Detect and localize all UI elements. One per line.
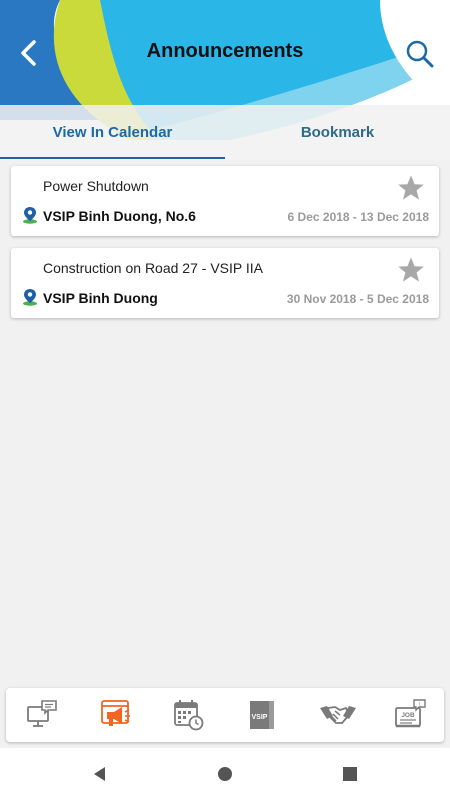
tab-view-in-calendar[interactable]: View In Calendar bbox=[0, 120, 225, 160]
search-button[interactable] bbox=[404, 38, 436, 70]
nav-item-announcements[interactable] bbox=[98, 698, 134, 732]
announcement-date-range: 30 Nov 2018 - 5 Dec 2018 bbox=[286, 292, 429, 306]
announcement-title: Construction on Road 27 - VSIP IIA bbox=[43, 260, 263, 276]
computer-chat-icon bbox=[27, 700, 57, 727]
announcement-location: VSIP Binh Duong bbox=[43, 290, 158, 306]
nav-item-vsip-book[interactable]: VSIP bbox=[244, 698, 280, 732]
announcement-date-range: 6 Dec 2018 - 13 Dec 2018 bbox=[287, 210, 429, 224]
system-recents-icon[interactable] bbox=[340, 764, 360, 784]
handshake-icon bbox=[320, 706, 356, 724]
vsip-book-label: VSIP bbox=[252, 714, 268, 721]
active-tab-indicator bbox=[0, 157, 225, 159]
nav-item-jobs[interactable]: JOB ! bbox=[392, 698, 428, 732]
system-back-icon[interactable] bbox=[90, 764, 110, 784]
nav-item-partners[interactable] bbox=[318, 698, 356, 732]
announcement-title: Power Shutdown bbox=[43, 178, 149, 194]
vsip-book-icon: VSIP bbox=[250, 701, 274, 729]
bookmark-star-icon[interactable] bbox=[397, 174, 425, 202]
location-pin-icon bbox=[23, 207, 37, 224]
page-title: Announcements bbox=[146, 40, 304, 62]
nav-item-computer-chat[interactable] bbox=[24, 698, 60, 732]
calendar-clock-icon bbox=[174, 700, 204, 731]
megaphone-icon bbox=[101, 700, 130, 726]
announcement-card[interactable]: Construction on Road 27 - VSIP IIA VSIP … bbox=[11, 248, 439, 318]
svg-text:!: ! bbox=[419, 702, 420, 708]
bookmark-star-icon[interactable] bbox=[397, 256, 425, 284]
system-home-icon[interactable] bbox=[215, 764, 235, 784]
job-board-label: JOB bbox=[401, 712, 415, 719]
tab-bookmark[interactable]: Bookmark bbox=[225, 120, 450, 160]
bottom-navigation: VSIP JOB ! bbox=[6, 688, 444, 742]
nav-item-calendar[interactable] bbox=[170, 698, 206, 732]
search-icon bbox=[406, 40, 434, 68]
announcement-card[interactable]: Power Shutdown VSIP Binh Duong, No.6 6 D… bbox=[11, 166, 439, 236]
job-board-icon: JOB ! bbox=[395, 699, 426, 728]
announcement-location: VSIP Binh Duong, No.6 bbox=[43, 208, 196, 224]
location-pin-icon bbox=[23, 289, 37, 306]
system-navigation-bar bbox=[0, 748, 450, 800]
